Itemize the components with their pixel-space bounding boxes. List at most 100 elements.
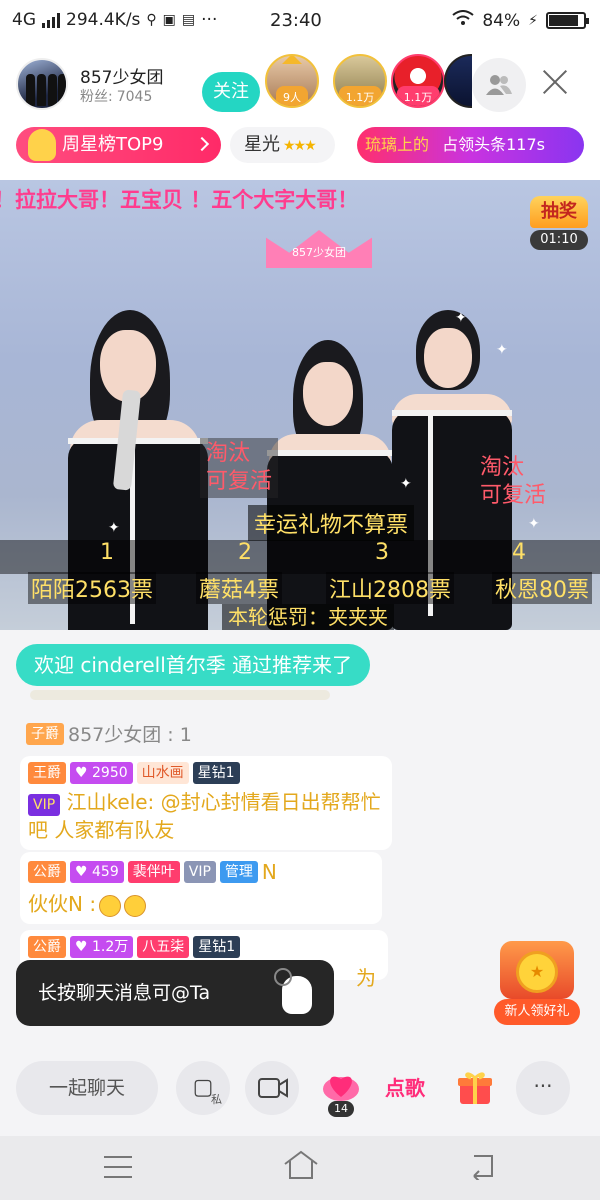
anchor-card[interactable]: 857少女团 粉丝: 7045 关注	[12, 54, 260, 112]
app-notify-icon-2: ▤	[181, 12, 196, 28]
backpack-button[interactable]: 14	[314, 1061, 368, 1117]
chat-text: 伙伙N :	[28, 890, 374, 918]
system-nav-bar	[0, 1136, 600, 1200]
crown-icon	[282, 56, 302, 64]
more-notifications: ···	[201, 10, 218, 30]
starlight-button[interactable]: 星光 ★★★	[230, 127, 335, 163]
top-viewer-2[interactable]: 1.1万	[333, 54, 387, 108]
headline-text: 占领头条117s	[442, 135, 545, 154]
contestant-4-number: 4	[512, 540, 526, 565]
gift-icon	[458, 1072, 492, 1104]
contestant-4-votes: 秋恩80票	[492, 572, 592, 604]
vip-badge: VIP	[28, 794, 61, 816]
anchor-name: 857少女团	[80, 68, 164, 88]
song-request-label: 点歌	[385, 1076, 425, 1100]
top-viewer-3[interactable]: 1.1万	[391, 54, 445, 108]
menu-icon[interactable]	[104, 1156, 132, 1178]
rank-mascot-icon	[28, 129, 56, 161]
contestant-3-number: 3	[375, 540, 389, 565]
chat-username: 857少女团 : 1	[68, 724, 192, 746]
fan-club-badge: 八五柒	[137, 936, 190, 958]
private-label: 私	[211, 1093, 222, 1106]
newbie-gift-button[interactable]: ★ 新人领好礼	[494, 935, 580, 1031]
headline-user: 琉璃上的	[365, 135, 430, 154]
noble-rank-badge: 王爵	[28, 762, 66, 784]
vote-number-row: 1 2 3 4	[0, 540, 600, 574]
sparkle-icon: ✦	[400, 476, 412, 492]
contestant-2-votes: 蘑菇4票	[196, 572, 282, 604]
top-viewer-1[interactable]: 9人	[265, 54, 319, 108]
contestant-1-number: 1	[100, 540, 114, 565]
noble-rank-badge: 子爵	[26, 722, 64, 745]
sparkle-icon: ✦	[496, 342, 508, 358]
fans-count: 7045	[116, 89, 153, 105]
contestant-1-votes: 陌陌2563票	[28, 572, 156, 604]
heart-chest-icon	[323, 1076, 359, 1101]
chat-message[interactable]: 子爵 857少女团 : 1	[20, 714, 200, 753]
status-bar: 4G 294.4K/s ⚲ ▣ ▤ ··· 23:40 84% ⚡	[0, 0, 600, 42]
tap-hand-icon	[274, 968, 312, 1014]
private-message-button[interactable]: ▢ 私	[176, 1061, 230, 1115]
lottery-label: 抽奖	[530, 196, 588, 228]
network-label: 4G	[12, 10, 36, 30]
weekly-star-label: 周星榜TOP9	[62, 134, 164, 155]
chat-message[interactable]: 公爵 ♥ 459 裴伴叶 VIP 管理 N 伙伙N :	[20, 852, 382, 924]
live-video[interactable]: ！拉拉大哥！五宝贝 ！五个大字大哥！ 抽奖 01:10 857少女团 淘汰 可复…	[0, 180, 600, 630]
contestant-3-votes: 江山2808票	[326, 572, 454, 604]
headline-banner[interactable]: 琉璃上的 占领头条117s	[357, 127, 584, 163]
weekly-star-rank-button[interactable]: 周星榜TOP9	[16, 127, 221, 163]
diamond-level-badge: ♥ 1.2万	[70, 936, 134, 958]
room-logo-crown: 857少女团	[266, 230, 372, 268]
usb-icon: ⚲	[146, 12, 157, 28]
room-header: 857少女团 粉丝: 7045 关注 9人 1.1万 1.1万	[0, 42, 600, 124]
lucky-gift-notice: 幸运礼物不算票	[248, 505, 415, 541]
mention-tip-tooltip: 长按聊天消息可@Ta	[16, 960, 334, 1026]
signal-icon	[42, 12, 60, 28]
rank-strip: 周星榜TOP9 星光 ★★★ 琉璃上的 占领头条117s	[0, 124, 600, 180]
chat-input-button[interactable]: 一起聊天	[16, 1061, 158, 1115]
noble-rank-badge: 公爵	[28, 861, 66, 883]
contestant-2-number: 2	[238, 540, 252, 565]
viewer-badge: 9人	[276, 86, 308, 106]
viewer-badge: 1.1万	[396, 86, 440, 106]
chat-message[interactable]: 王爵 ♥ 2950 山水画 星钻1 VIP 江山kele: @封心封情看日出帮帮…	[20, 756, 392, 850]
lottery-button[interactable]: 抽奖 01:10	[530, 196, 588, 252]
star-diamond-badge: 星钻1	[193, 936, 241, 958]
charging-icon: ⚡	[528, 12, 538, 29]
camera-icon	[258, 1078, 288, 1098]
more-options-button[interactable]: ···	[516, 1061, 570, 1115]
emoji-icon	[99, 894, 122, 917]
users-icon	[486, 75, 512, 95]
close-icon[interactable]	[537, 64, 573, 100]
eliminated-sign-left: 淘汰 可复活	[200, 438, 279, 498]
diamond-level-badge: ♥ 459	[70, 861, 124, 883]
star-diamond-badge: 星钻1	[192, 762, 240, 784]
emoji-icon	[124, 894, 147, 917]
room-logo-text: 857少女团	[292, 246, 346, 259]
lottery-timer: 01:10	[530, 230, 588, 250]
camera-button[interactable]	[245, 1061, 299, 1115]
fan-club-badge: 裴伴叶	[127, 861, 180, 883]
battery-icon	[546, 12, 589, 29]
faded-message	[30, 690, 330, 700]
song-request-button[interactable]: 点歌	[378, 1061, 432, 1115]
round-penalty: 本轮惩罚：夹夹夹	[222, 604, 394, 630]
chevron-right-icon	[194, 136, 210, 152]
home-icon[interactable]	[282, 1150, 320, 1180]
wifi-icon	[452, 10, 474, 31]
sparkle-icon: ✦	[528, 516, 540, 532]
top-viewer-4[interactable]	[444, 54, 472, 108]
fans-label: 粉丝:	[80, 89, 113, 105]
sparkle-icon: ✦	[455, 310, 467, 326]
network-speed: 294.4K/s	[66, 10, 141, 30]
sparkle-icon: ✦	[108, 520, 120, 536]
back-icon[interactable]	[468, 1152, 498, 1180]
scrolling-banner: ！拉拉大哥！五宝贝 ！五个大字大哥！	[0, 188, 359, 212]
welcome-banner: 欢迎 cinderell首尔季 通过推荐来了	[16, 644, 371, 686]
app-notify-icon: ▣	[162, 12, 176, 28]
chat-text: VIP 江山kele: @封心封情看日出帮帮忙吧 人家都有队友	[28, 790, 381, 842]
gift-button[interactable]	[448, 1061, 502, 1115]
follow-button[interactable]: 关注	[202, 72, 260, 112]
anchor-avatar[interactable]	[16, 58, 68, 110]
viewer-list-button[interactable]	[472, 58, 526, 112]
